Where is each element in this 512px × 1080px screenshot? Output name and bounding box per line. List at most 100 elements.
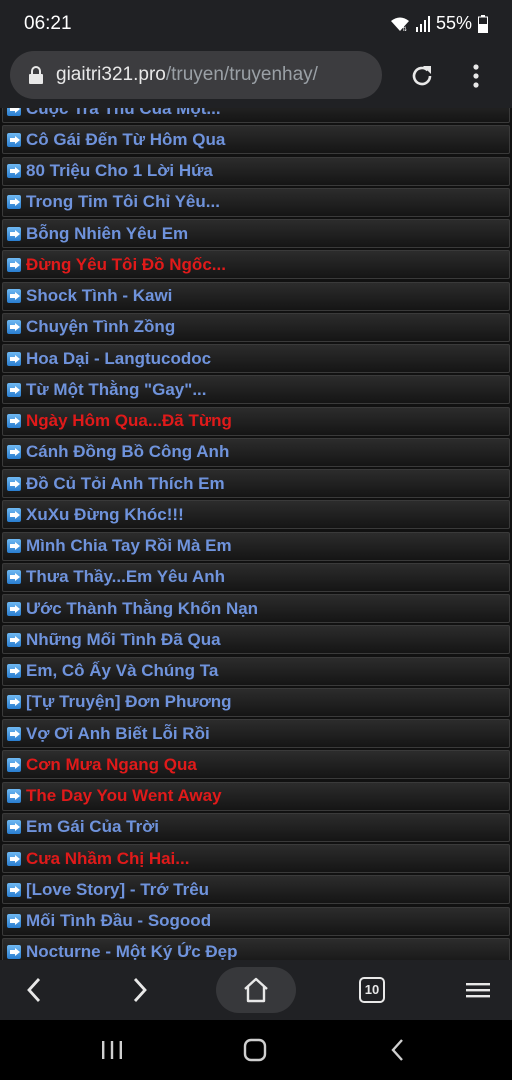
story-list-item[interactable]: Em, Cô Ấy Và Chúng Ta	[2, 656, 510, 686]
menu-dots-icon[interactable]	[466, 62, 486, 90]
story-link[interactable]: XuXu Đừng Khóc!!!	[26, 505, 184, 525]
story-list-item[interactable]: [Tự Truyện] Đơn Phương	[2, 687, 510, 717]
story-link[interactable]: Shock Tình - Kawi	[26, 286, 172, 306]
story-link[interactable]: Cơn Mưa Ngang Qua	[26, 755, 197, 775]
system-nav-bar	[0, 1020, 512, 1080]
story-link[interactable]: Bỗng Nhiên Yêu Em	[26, 224, 188, 244]
story-link[interactable]: Đừng Yêu Tôi Đồ Ngốc...	[26, 255, 226, 275]
story-list-item[interactable]: Shock Tình - Kawi	[2, 281, 510, 311]
back-button[interactable]	[14, 960, 54, 1020]
system-back-icon[interactable]	[388, 1038, 408, 1062]
story-link[interactable]: Thưa Thầy...Em Yêu Anh	[26, 567, 225, 587]
arrow-icon	[7, 945, 21, 960]
arrow-icon	[7, 632, 21, 647]
story-list-item[interactable]: Mối Tình Đầu - Sogood	[2, 906, 510, 936]
story-link[interactable]: Em, Cô Ấy Và Chúng Ta	[26, 661, 218, 681]
story-link[interactable]: Cô Gái Đến Từ Hôm Qua	[26, 130, 225, 150]
story-link[interactable]: Những Mối Tình Đã Qua	[26, 630, 221, 650]
story-list-item[interactable]: Đừng Yêu Tôi Đồ Ngốc...	[2, 250, 510, 280]
url-text[interactable]: giaitri321.pro/truyen/truyenhay/	[56, 64, 318, 86]
story-list-item[interactable]: [Love Story] - Trớ Trêu	[2, 875, 510, 905]
story-link[interactable]: Từ Một Thằng "Gay"...	[26, 380, 206, 400]
story-list-item[interactable]: Đồ Củ Tỏi Anh Thích Em	[2, 469, 510, 498]
story-link[interactable]: Cánh Đồng Bồ Công Anh	[26, 442, 229, 462]
arrow-icon	[7, 132, 21, 147]
story-link[interactable]: Đồ Củ Tỏi Anh Thích Em	[26, 474, 225, 494]
story-link[interactable]: Mình Chia Tay Rồi Mà Em	[26, 536, 232, 556]
story-link[interactable]: Hoa Dại - Langtucodoc	[26, 349, 211, 369]
arrow-icon	[7, 108, 21, 116]
story-list-item[interactable]: Những Mối Tình Đã Qua	[2, 625, 510, 655]
story-link[interactable]: Cưa Nhầm Chị Hai...	[26, 849, 189, 869]
arrow-icon	[7, 476, 21, 491]
story-link[interactable]: Em Gái Của Trời	[26, 817, 159, 837]
recent-apps-icon[interactable]	[100, 1038, 124, 1062]
arrow-icon	[7, 164, 21, 178]
lock-icon	[29, 66, 43, 84]
hamburger-menu-button[interactable]	[462, 960, 494, 1020]
story-list-item[interactable]: Vợ Ơi Anh Biết Lỗi Rồi	[2, 719, 510, 748]
status-time: 06:21	[24, 13, 72, 34]
story-link[interactable]: Vợ Ơi Anh Biết Lỗi Rồi	[26, 724, 210, 744]
home-button[interactable]	[216, 967, 296, 1013]
story-link[interactable]: [Love Story] - Trớ Trêu	[26, 880, 209, 900]
story-list-item[interactable]: Ước Thành Thằng Khốn Nạn	[2, 594, 510, 623]
hamburger-icon	[466, 983, 490, 998]
story-list-item[interactable]: Cánh Đồng Bồ Công Anh	[2, 437, 510, 467]
story-list-item[interactable]: Cô Gái Đến Từ Hôm Qua	[2, 125, 510, 155]
status-indicators: ⇅ 55%	[390, 13, 488, 34]
arrow-icon	[7, 445, 21, 460]
address-bar[interactable]: giaitri321.pro/truyen/truyenhay/	[10, 51, 382, 99]
url-path: /truyen/truyenhay/	[165, 64, 318, 85]
story-list-item[interactable]: Từ Một Thằng "Gay"...	[2, 375, 510, 405]
story-list-item[interactable]: Cơn Mưa Ngang Qua	[2, 750, 510, 780]
arrow-icon	[7, 914, 21, 928]
story-link[interactable]: Cuộc Trả Thù Của Một...	[26, 108, 221, 119]
story-list: Cuộc Trả Thù Của Một... Cô Gái Đến Từ Hôm…	[0, 108, 512, 960]
arrow-icon	[7, 695, 21, 710]
arrow-icon	[7, 320, 21, 335]
story-link[interactable]: 80 Triệu Cho 1 Lời Hứa	[26, 161, 213, 181]
forward-button[interactable]	[120, 960, 160, 1020]
arrow-icon	[7, 789, 21, 803]
story-link[interactable]: [Tự Truyện] Đơn Phương	[26, 692, 232, 712]
system-home-icon[interactable]	[243, 1038, 267, 1062]
story-list-item[interactable]: Nocturne - Một Ký Ức Đẹp	[2, 937, 510, 960]
browser-toolbar: giaitri321.pro/truyen/truyenhay/	[0, 48, 512, 108]
story-link[interactable]: Ngày Hôm Qua...Đã Từng	[26, 411, 232, 431]
arrow-icon	[7, 664, 21, 678]
reload-icon[interactable]	[408, 62, 436, 90]
story-link[interactable]: The Day You Went Away	[26, 786, 222, 806]
browser-bottom-nav: 10	[0, 960, 512, 1020]
story-link[interactable]: Mối Tình Đầu - Sogood	[26, 911, 211, 931]
svg-text:⇅: ⇅	[402, 26, 407, 32]
story-list-item[interactable]: XuXu Đừng Khóc!!!	[2, 500, 510, 530]
story-list-item[interactable]: The Day You Went Away	[2, 781, 510, 811]
story-link[interactable]: Ước Thành Thằng Khốn Nạn	[26, 599, 258, 619]
story-list-item[interactable]: Chuyện Tình Zồng	[2, 312, 510, 342]
story-list-item[interactable]: Cuộc Trả Thù Của Một...	[2, 108, 510, 123]
arrow-icon	[7, 882, 21, 897]
story-list-item[interactable]: Cưa Nhầm Chị Hai...	[2, 844, 510, 873]
story-list-item[interactable]: Bỗng Nhiên Yêu Em	[2, 219, 510, 248]
home-icon	[244, 977, 268, 1003]
story-link[interactable]: Nocturne - Một Ký Ức Đẹp	[26, 942, 238, 960]
story-link[interactable]: Chuyện Tình Zồng	[26, 317, 175, 337]
battery-icon	[478, 14, 488, 33]
arrow-icon	[7, 820, 21, 835]
page-content: Cuộc Trả Thù Của Một... Cô Gái Đến Từ Hôm…	[0, 108, 512, 960]
story-list-item[interactable]: 80 Triệu Cho 1 Lời Hứa	[2, 156, 510, 186]
arrow-icon	[7, 601, 21, 616]
story-list-item[interactable]: Mình Chia Tay Rồi Mà Em	[2, 531, 510, 561]
status-bar: 06:21 ⇅ 55%	[0, 0, 512, 48]
story-list-item[interactable]: Thưa Thầy...Em Yêu Anh	[2, 562, 510, 592]
url-domain: giaitri321.pro	[56, 64, 166, 85]
story-list-item[interactable]: Trong Tim Tôi Chỉ Yêu...	[2, 187, 510, 217]
arrow-icon	[7, 539, 21, 553]
story-list-item[interactable]: Ngày Hôm Qua...Đã Từng	[2, 406, 510, 436]
tabs-icon[interactable]: 10	[359, 977, 385, 1003]
story-list-item[interactable]: Em Gái Của Trời	[2, 812, 510, 842]
arrow-icon	[7, 726, 21, 741]
story-link[interactable]: Trong Tim Tôi Chỉ Yêu...	[26, 192, 220, 212]
story-list-item[interactable]: Hoa Dại - Langtucodoc	[2, 344, 510, 373]
